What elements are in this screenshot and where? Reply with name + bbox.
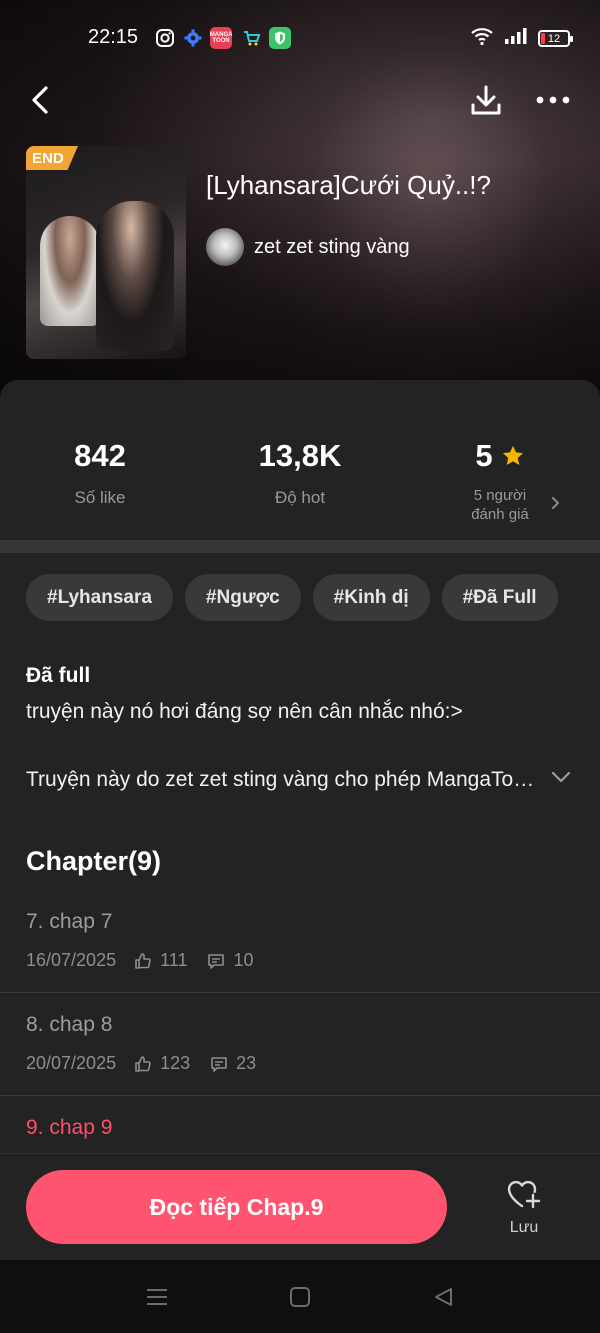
shield-icon	[269, 27, 291, 49]
mangatoon-icon: MANGA TOON	[210, 27, 232, 49]
comment-icon	[207, 952, 225, 970]
stat-hot: 13,8K Độ hot	[200, 438, 400, 508]
rating-label-line2: đánh giá	[471, 506, 529, 523]
back-button[interactable]	[22, 82, 58, 118]
tag-chip[interactable]: #Đã Full	[441, 574, 558, 621]
save-label: Lưu	[509, 1219, 539, 1236]
description-title: Đã full	[26, 664, 91, 687]
likes-value: 842	[74, 438, 126, 473]
chapter-likes: 123	[160, 1053, 191, 1073]
instagram-icon	[154, 27, 176, 49]
chapter-date: 16/07/2025	[26, 950, 117, 970]
description-body: truyện này nó hơi đáng sợ nên cân nhắc n…	[26, 700, 463, 723]
chapter-row[interactable]: 8. chap 8 20/07/2025 123 23	[0, 993, 600, 1096]
book-cover[interactable]: END	[26, 146, 186, 359]
action-bar: Đọc tiếp Chap.9 Lưu	[0, 1153, 600, 1260]
download-icon	[471, 85, 501, 115]
continue-reading-button[interactable]: Đọc tiếp Chap.9	[26, 1170, 447, 1244]
chapter-title[interactable]: 9. chap 9	[26, 1116, 112, 1140]
shop-icon	[240, 27, 262, 49]
chevron-right-icon[interactable]	[550, 495, 562, 516]
rating-label-line1: 5 người	[473, 487, 527, 504]
cover-figure	[40, 216, 100, 326]
comment-icon	[210, 1055, 228, 1073]
tag-chip[interactable]: #Lyhansara	[26, 574, 173, 621]
tag-list: #Lyhansara #Ngược #Kinh dị #Đã Full	[26, 574, 558, 621]
section-divider	[0, 540, 600, 553]
battery-icon: 12	[538, 30, 573, 47]
battery-level: 12	[547, 32, 561, 45]
permission-text[interactable]: Truyện này do zet zet sting vàng cho phé…	[26, 768, 566, 792]
rating-value: 5	[475, 438, 493, 473]
chevron-down-icon[interactable]	[550, 770, 572, 789]
chapter-title[interactable]: 8. chap 8	[26, 1013, 112, 1037]
mangatoon-icon-label: MANGA TOON	[209, 32, 233, 44]
stat-rating[interactable]: 5 5 người đánh giá	[400, 438, 600, 524]
home-nav-button[interactable]	[285, 1282, 315, 1312]
menu-nav-button[interactable]	[142, 1282, 172, 1312]
more-options-button[interactable]	[530, 82, 576, 118]
back-nav-button[interactable]	[428, 1282, 458, 1312]
menu-icon	[147, 1289, 167, 1305]
more-dots-icon	[536, 96, 570, 104]
stat-likes: 842 Số like	[0, 438, 200, 508]
author-name[interactable]: zet zet sting vàng	[254, 236, 410, 259]
star-icon	[502, 445, 523, 465]
signal-icon	[504, 27, 528, 50]
tag-chip[interactable]: #Kinh dị	[312, 574, 430, 621]
end-badge: END	[26, 146, 78, 170]
stats-row: 842 Số like 13,8K Độ hot 5 5 người đánh …	[0, 380, 600, 540]
chapter-title[interactable]: 7. chap 7	[26, 910, 112, 934]
wifi-icon	[470, 26, 494, 51]
chapter-comments: 23	[236, 1053, 257, 1073]
system-nav-bar	[0, 1260, 600, 1333]
save-button[interactable]: Lưu	[490, 1178, 558, 1248]
thumbs-up-icon	[134, 952, 152, 970]
top-nav	[0, 78, 600, 122]
hot-value: 13,8K	[258, 438, 342, 473]
tag-chip[interactable]: #Ngược	[184, 574, 301, 621]
heart-add-icon	[507, 1180, 541, 1209]
settings-icon	[182, 27, 204, 49]
book-title: [Lyhansara]Cưới Quỷ..!?	[206, 170, 491, 200]
chapter-date: 20/07/2025	[26, 1053, 117, 1073]
back-triangle-icon	[435, 1288, 452, 1306]
chapter-likes: 111	[160, 950, 188, 970]
home-square-icon	[290, 1287, 310, 1307]
status-time: 22:15	[88, 26, 139, 48]
author-avatar[interactable]	[206, 228, 244, 266]
status-bar: 22:15 MANGA TOON 12	[0, 0, 600, 76]
chapter-row[interactable]: 7. chap 7 16/07/2025 111 10	[0, 890, 600, 993]
download-button[interactable]	[466, 80, 506, 120]
chevron-left-icon	[32, 86, 48, 114]
chapters-heading: Chapter(9)	[26, 846, 162, 876]
likes-label: Số like	[74, 488, 126, 507]
author-row[interactable]: zet zet sting vàng	[206, 228, 410, 266]
chapter-comments: 10	[233, 950, 254, 970]
thumbs-up-icon	[134, 1055, 152, 1073]
cover-figure	[96, 201, 174, 351]
hot-label: Độ hot	[274, 488, 326, 507]
